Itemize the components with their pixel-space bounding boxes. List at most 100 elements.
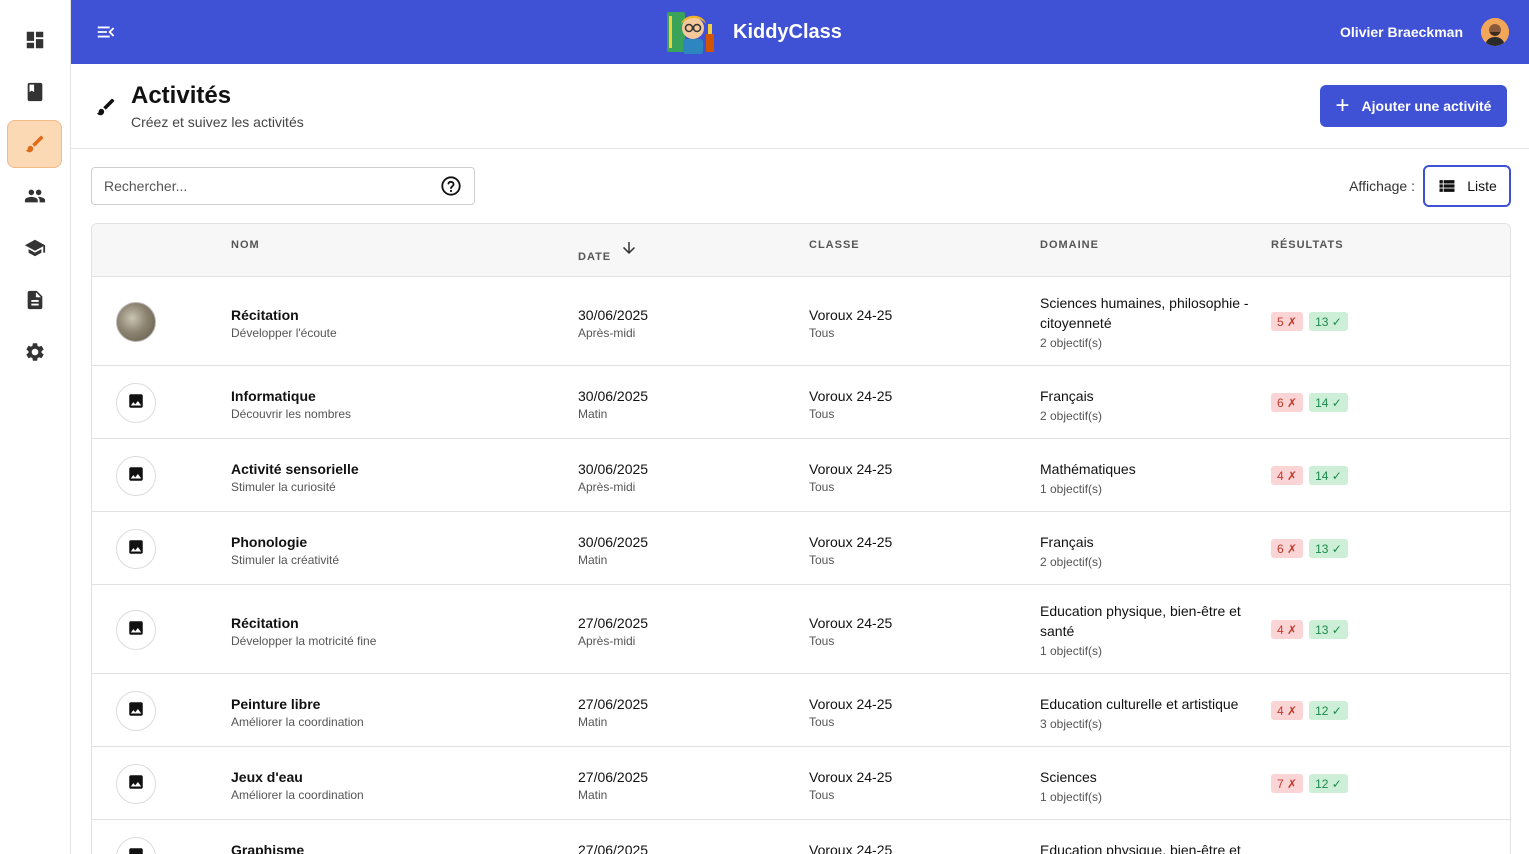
- activity-class-cell: Voroux 24-25: [809, 842, 892, 854]
- activity-name[interactable]: Activité sensorielle: [231, 461, 359, 477]
- sidebar-item-classes[interactable]: [7, 224, 62, 272]
- add-activity-button[interactable]: + Ajouter une activité: [1320, 85, 1507, 127]
- activity-class: Voroux 24-25: [809, 615, 893, 631]
- failed-count-badge: 5 ✗: [1271, 312, 1304, 331]
- activity-results: 4 ✗ 12 ✓: [1271, 701, 1354, 720]
- column-header-domaine[interactable]: DOMAINE: [1040, 239, 1099, 251]
- activity-date-cell: 30/06/2025 Matin: [578, 534, 648, 567]
- activity-thumbnail[interactable]: [116, 837, 156, 854]
- activity-description: Découvrir les nombres: [231, 407, 352, 421]
- view-mode-button[interactable]: Liste: [1423, 165, 1511, 207]
- activity-thumbnail[interactable]: [116, 610, 156, 650]
- search-box: [91, 167, 475, 205]
- plus-icon: +: [1335, 92, 1350, 119]
- activity-name[interactable]: Jeux d'eau: [231, 769, 364, 785]
- activity-domain: Mathématiques: [1040, 461, 1136, 477]
- user-name: Olivier Braeckman: [1340, 24, 1463, 40]
- table-row[interactable]: Jeux d'eau Améliorer la coordination 27/06…: [92, 747, 1510, 820]
- user-menu[interactable]: Olivier Braeckman: [1340, 18, 1509, 46]
- activity-objectives: 3 objectif(s): [1040, 717, 1103, 731]
- activity-name[interactable]: Peinture libre: [231, 696, 364, 712]
- activity-domain: Français: [1040, 388, 1094, 404]
- sidebar-item-dashboard[interactable]: [7, 16, 62, 64]
- activity-thumbnail[interactable]: [116, 456, 156, 496]
- activity-name-cell: Jeux d'eau Améliorer la coordination: [231, 769, 364, 802]
- menu-collapse-icon: [97, 26, 115, 38]
- table-header: NOM DATE CLASSE DOMAINE RÉSULTATS: [92, 224, 1510, 277]
- activity-results: 4 ✗ 14 ✓: [1271, 466, 1354, 485]
- activity-results: 6 ✗ 14 ✓: [1271, 393, 1354, 412]
- activity-domain-cell: Sciences humaines, philosophie - citoyen…: [1040, 293, 1260, 350]
- image-placeholder-icon: [127, 619, 145, 642]
- activity-class-cell: Voroux 24-25 Tous: [809, 307, 892, 340]
- image-placeholder-icon: [127, 465, 145, 488]
- column-header-resultats[interactable]: RÉSULTATS: [1271, 239, 1344, 251]
- column-header-date[interactable]: DATE: [578, 251, 611, 263]
- activity-thumbnail[interactable]: [116, 691, 156, 731]
- activity-thumbnail[interactable]: [116, 529, 156, 569]
- activity-thumbnail[interactable]: [116, 302, 156, 342]
- activity-date: 30/06/2025: [578, 534, 649, 550]
- menu-toggle-button[interactable]: [95, 21, 119, 43]
- sidebar-item-students[interactable]: [7, 172, 62, 220]
- activity-thumbnail[interactable]: [116, 383, 156, 423]
- activity-description: Développer l'écoute: [231, 326, 337, 340]
- table-row[interactable]: Récitation Développer la motricité fine 27…: [92, 585, 1510, 674]
- activity-group: Tous: [809, 715, 835, 729]
- activity-date-cell: 30/06/2025 Après-midi: [578, 461, 648, 494]
- table-row[interactable]: Activité sensorielle Stimuler la curiosit…: [92, 439, 1510, 512]
- activity-domain-cell: Education physique, bien-être et santé 1 …: [1040, 601, 1260, 658]
- column-header-nom[interactable]: NOM: [231, 239, 260, 251]
- passed-count-badge: 12 ✓: [1309, 774, 1348, 793]
- brand[interactable]: KiddyClass: [663, 8, 842, 56]
- activity-objectives: 2 objectif(s): [1040, 409, 1103, 423]
- sidebar-item-book[interactable]: [7, 68, 62, 116]
- passed-count-badge: 14 ✓: [1309, 393, 1348, 412]
- image-placeholder-icon: [127, 538, 145, 561]
- table-row[interactable]: Récitation Développer l'écoute 30/06/2025 A…: [92, 277, 1510, 366]
- people-icon: [24, 189, 45, 203]
- activity-thumbnail[interactable]: [116, 764, 156, 804]
- top-bar: KiddyClass Olivier Braeckman: [71, 0, 1529, 64]
- activity-domain: Education physique, bien-être et: [1040, 842, 1241, 854]
- table-row[interactable]: Peinture libre Améliorer la coordination 2…: [92, 674, 1510, 747]
- activity-group: Tous: [809, 407, 835, 421]
- search-input[interactable]: [92, 168, 412, 204]
- sidebar-item-activities[interactable]: [7, 120, 62, 168]
- column-header-classe[interactable]: CLASSE: [809, 239, 860, 251]
- activity-class: Voroux 24-25: [809, 696, 893, 712]
- activity-name[interactable]: Graphisme: [231, 842, 304, 854]
- activity-name-cell: Phonologie Stimuler la créativité: [231, 534, 339, 567]
- activity-description: Améliorer la coordination: [231, 715, 364, 729]
- activity-class-cell: Voroux 24-25 Tous: [809, 461, 892, 494]
- activity-name[interactable]: Récitation: [231, 615, 376, 631]
- table-body: Récitation Développer l'écoute 30/06/2025 A…: [92, 277, 1510, 854]
- activity-name-cell: Graphisme: [231, 842, 304, 854]
- table-row[interactable]: Informatique Découvrir les nombres 30/06/2…: [92, 366, 1510, 439]
- activity-group: Tous: [809, 553, 835, 567]
- activity-date: 27/06/2025: [578, 696, 649, 712]
- activity-group: Tous: [809, 634, 835, 648]
- activity-name[interactable]: Informatique: [231, 388, 351, 404]
- activity-date-cell: 27/06/2025 Matin: [578, 769, 648, 802]
- activity-date: 30/06/2025: [578, 461, 649, 477]
- activity-name-cell: Peinture libre Améliorer la coordination: [231, 696, 364, 729]
- activity-class-cell: Voroux 24-25 Tous: [809, 696, 892, 729]
- activity-description: Développer la motricité fine: [231, 634, 377, 648]
- table-row[interactable]: Graphisme 27/06/2025 Voroux 24-25 Education…: [92, 820, 1510, 854]
- table-row[interactable]: Phonologie Stimuler la créativité 30/06/20…: [92, 512, 1510, 585]
- activity-group: Tous: [809, 788, 835, 802]
- avatar[interactable]: [1481, 18, 1509, 46]
- activity-name[interactable]: Phonologie: [231, 534, 339, 550]
- activity-name[interactable]: Récitation: [231, 307, 337, 323]
- activity-class-cell: Voroux 24-25 Tous: [809, 534, 892, 567]
- sort-desc-icon[interactable]: [620, 239, 638, 257]
- image-placeholder-icon: [127, 700, 145, 723]
- help-icon[interactable]: [440, 175, 462, 197]
- sidebar-item-settings[interactable]: [7, 328, 62, 376]
- activity-name-cell: Informatique Découvrir les nombres: [231, 388, 351, 421]
- sidebar-item-documents[interactable]: [7, 276, 62, 324]
- activity-name-cell: Récitation Développer la motricité fine: [231, 615, 376, 648]
- activity-date-cell: 27/06/2025 Matin: [578, 696, 648, 729]
- page-header: Activités Créez et suivez les activités …: [71, 64, 1529, 149]
